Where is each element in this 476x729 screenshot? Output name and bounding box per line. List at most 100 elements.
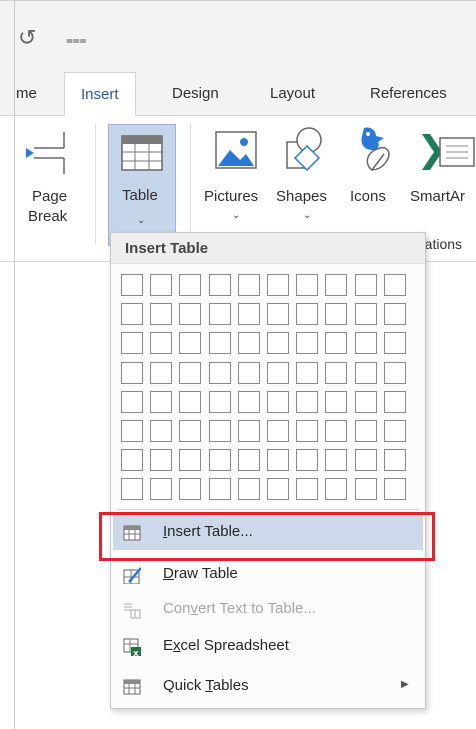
- table-grid-cell[interactable]: [238, 391, 260, 413]
- table-grid-cell[interactable]: [296, 303, 318, 325]
- table-grid-cell[interactable]: [384, 274, 406, 296]
- table-grid-cell[interactable]: [209, 478, 231, 500]
- table-grid-cell[interactable]: [296, 332, 318, 354]
- table-grid-cell[interactable]: [179, 391, 201, 413]
- menu-item-excel-spreadsheet[interactable]: x Excel Spreadsheet: [113, 629, 423, 664]
- table-grid-cell[interactable]: [179, 274, 201, 296]
- table-grid-cell[interactable]: [355, 303, 377, 325]
- table-grid-cell[interactable]: [267, 478, 289, 500]
- table-grid-cell[interactable]: [296, 391, 318, 413]
- smartart-icon: [422, 134, 475, 170]
- quick-tables-icon: [123, 679, 141, 695]
- table-grid-cell[interactable]: [121, 420, 143, 442]
- table-grid-cell[interactable]: [179, 332, 201, 354]
- table-grid-cell[interactable]: [384, 303, 406, 325]
- table-grid-cell[interactable]: [238, 362, 260, 384]
- table-grid-cell[interactable]: [325, 332, 347, 354]
- table-grid-cell[interactable]: [296, 362, 318, 384]
- table-grid-cell[interactable]: [209, 303, 231, 325]
- table-grid-cell[interactable]: [238, 274, 260, 296]
- menu-item-quick-tables[interactable]: Quick Tables ▶: [113, 669, 423, 704]
- table-grid-cell[interactable]: [209, 332, 231, 354]
- table-grid-cell[interactable]: [296, 274, 318, 296]
- table-grid-cell[interactable]: [384, 332, 406, 354]
- table-grid-cell[interactable]: [325, 449, 347, 471]
- table-grid-cell[interactable]: [150, 391, 172, 413]
- table-grid-cell[interactable]: [355, 449, 377, 471]
- table-grid-cell[interactable]: [355, 391, 377, 413]
- table-grid-cell[interactable]: [150, 274, 172, 296]
- table-grid-cell[interactable]: [121, 362, 143, 384]
- table-grid-cell[interactable]: [209, 274, 231, 296]
- table-grid-cell[interactable]: [267, 420, 289, 442]
- tab-references[interactable]: References: [370, 72, 447, 116]
- table-grid-cell[interactable]: [325, 303, 347, 325]
- tab-design[interactable]: Design: [172, 72, 219, 116]
- table-grid-cell[interactable]: [121, 332, 143, 354]
- annotation-highlight: [99, 512, 435, 561]
- table-grid-cell[interactable]: [121, 274, 143, 296]
- menu-item-convert-text-to-table[interactable]: Convert Text to Table...: [113, 592, 423, 627]
- redo-icon[interactable]: ↺: [18, 26, 36, 51]
- tab-home[interactable]: me: [16, 72, 37, 116]
- menu-item-draw-table[interactable]: Draw Table: [113, 557, 423, 592]
- table-grid-cell[interactable]: [179, 449, 201, 471]
- table-grid-cell[interactable]: [325, 274, 347, 296]
- menu-header-title: Insert Table: [125, 240, 209, 257]
- table-icon: [121, 135, 163, 171]
- table-grid-cell[interactable]: [179, 478, 201, 500]
- table-grid-cell[interactable]: [179, 420, 201, 442]
- table-grid-cell[interactable]: [355, 420, 377, 442]
- table-grid-cell[interactable]: [150, 332, 172, 354]
- shapes-label: Shapes: [276, 188, 327, 205]
- table-grid-cell[interactable]: [121, 449, 143, 471]
- table-grid-cell[interactable]: [209, 449, 231, 471]
- table-grid-cell[interactable]: [325, 420, 347, 442]
- tab-layout[interactable]: Layout: [270, 72, 315, 116]
- table-grid-cell[interactable]: [384, 449, 406, 471]
- table-grid-cell[interactable]: [150, 449, 172, 471]
- table-grid-cell[interactable]: [384, 478, 406, 500]
- pictures-label: Pictures: [204, 188, 259, 205]
- table-grid-cell[interactable]: [355, 362, 377, 384]
- table-grid-cell[interactable]: [384, 420, 406, 442]
- draw-table-icon: [123, 567, 141, 584]
- table-grid-cell[interactable]: [267, 362, 289, 384]
- table-grid-cell[interactable]: [325, 478, 347, 500]
- table-grid-cell[interactable]: [238, 449, 260, 471]
- tab-insert[interactable]: Insert: [64, 72, 136, 117]
- table-grid-cell[interactable]: [384, 362, 406, 384]
- table-grid-cell[interactable]: [325, 362, 347, 384]
- customize-qat-icon[interactable]: ⩶: [66, 33, 87, 48]
- table-button[interactable]: Table ⌄: [108, 124, 176, 246]
- table-grid-cell[interactable]: [267, 303, 289, 325]
- table-grid-cell[interactable]: [121, 391, 143, 413]
- table-grid-cell[interactable]: [267, 332, 289, 354]
- table-grid-cell[interactable]: [296, 420, 318, 442]
- table-grid-cell[interactable]: [179, 303, 201, 325]
- table-grid-cell[interactable]: [209, 391, 231, 413]
- table-grid-cell[interactable]: [355, 478, 377, 500]
- table-grid-cell[interactable]: [355, 274, 377, 296]
- table-grid-cell[interactable]: [238, 332, 260, 354]
- table-grid-cell[interactable]: [179, 362, 201, 384]
- table-grid-cell[interactable]: [150, 303, 172, 325]
- table-grid-cell[interactable]: [296, 478, 318, 500]
- table-grid-cell[interactable]: [238, 303, 260, 325]
- table-grid-cell[interactable]: [121, 478, 143, 500]
- table-grid-cell[interactable]: [209, 420, 231, 442]
- table-grid-cell[interactable]: [267, 449, 289, 471]
- table-grid-cell[interactable]: [238, 478, 260, 500]
- table-grid-cell[interactable]: [355, 332, 377, 354]
- table-grid-cell[interactable]: [121, 303, 143, 325]
- table-grid-cell[interactable]: [267, 391, 289, 413]
- table-grid-cell[interactable]: [150, 420, 172, 442]
- table-grid-cell[interactable]: [238, 420, 260, 442]
- table-grid-cell[interactable]: [150, 478, 172, 500]
- table-grid-cell[interactable]: [384, 391, 406, 413]
- table-grid-cell[interactable]: [150, 362, 172, 384]
- table-grid-cell[interactable]: [325, 391, 347, 413]
- table-grid-cell[interactable]: [267, 274, 289, 296]
- table-grid-cell[interactable]: [296, 449, 318, 471]
- table-grid-cell[interactable]: [209, 362, 231, 384]
